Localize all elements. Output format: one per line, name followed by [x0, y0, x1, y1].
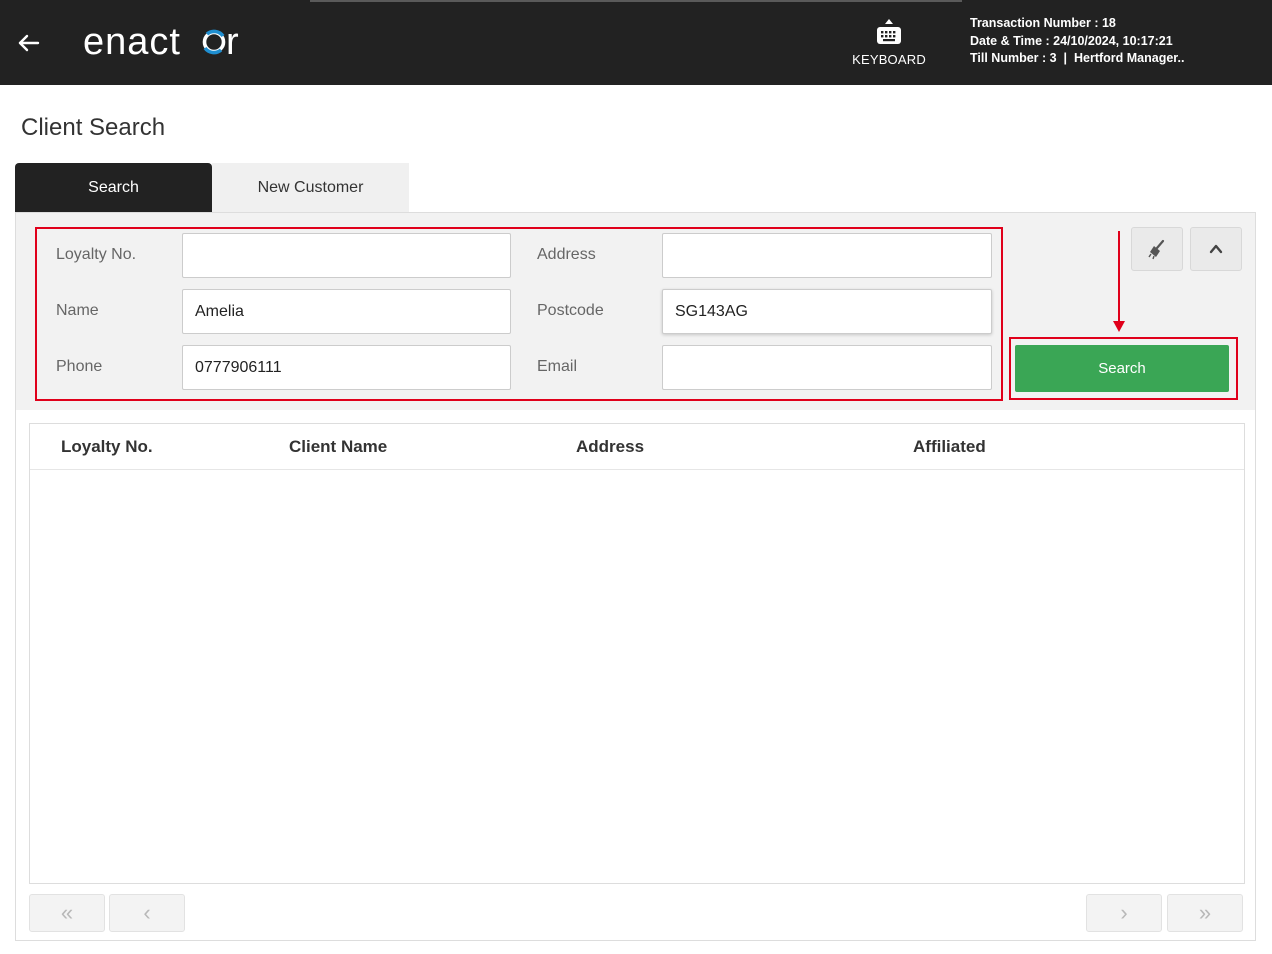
- name-input[interactable]: [182, 289, 511, 334]
- double-chevron-left-icon: «: [60, 900, 74, 925]
- name-label: Name: [56, 302, 99, 319]
- arrow-left-icon: [18, 34, 40, 52]
- double-chevron-right-icon: »: [1198, 900, 1212, 925]
- svg-text:enact: enact: [83, 21, 181, 63]
- results-table: Loyalty No. Client Name Address Affiliat…: [29, 423, 1245, 884]
- date-time: Date & Time : 24/10/2024, 10:17:21: [970, 33, 1173, 48]
- loyalty-no-input[interactable]: [182, 233, 511, 278]
- keyboard-icon: [877, 19, 901, 44]
- address-label: Address: [537, 246, 596, 263]
- back-button[interactable]: [14, 28, 44, 58]
- column-header-address[interactable]: Address: [576, 437, 644, 457]
- column-header-loyalty-no[interactable]: Loyalty No.: [61, 437, 153, 457]
- postcode-input[interactable]: [662, 289, 992, 334]
- page-title: Client Search: [21, 114, 166, 141]
- svg-text:r: r: [226, 21, 239, 63]
- phone-label: Phone: [56, 358, 103, 375]
- chevron-up-icon: [1209, 244, 1223, 254]
- chevron-right-icon: ›: [1120, 900, 1128, 925]
- postcode-label: Postcode: [537, 302, 604, 319]
- pager-last-button[interactable]: »: [1167, 894, 1243, 932]
- email-label: Email: [537, 358, 578, 375]
- transaction-number: Transaction Number : 18: [970, 16, 1116, 30]
- clear-form-button[interactable]: [1131, 227, 1183, 271]
- tab-new-customer[interactable]: New Customer: [212, 163, 409, 213]
- phone-input[interactable]: [182, 345, 511, 390]
- search-button[interactable]: Search: [1015, 345, 1229, 392]
- address-input[interactable]: [662, 233, 992, 278]
- column-header-client-name[interactable]: Client Name: [289, 437, 387, 457]
- results-table-header: Loyalty No. Client Name Address Affiliat…: [30, 424, 1244, 470]
- pager-next-button[interactable]: ›: [1086, 894, 1162, 932]
- top-bar-divider: [310, 0, 962, 2]
- keyboard-button[interactable]: KEYBOARD: [840, 18, 938, 74]
- collapse-form-button[interactable]: [1190, 227, 1242, 271]
- till-info: Till Number : 3 | Hertford Manager..: [970, 51, 1185, 65]
- loyalty-no-label: Loyalty No.: [56, 246, 137, 263]
- transaction-info: Transaction Number : 18 Date & Time : 24…: [970, 15, 1270, 68]
- keyboard-label: KEYBOARD: [852, 52, 926, 67]
- chevron-left-icon: ‹: [143, 900, 151, 925]
- pager-first-button[interactable]: «: [29, 894, 105, 932]
- pager-prev-button[interactable]: ‹: [109, 894, 185, 932]
- top-bar: enactor enact r KEYBOARD Transaction Num…: [0, 0, 1272, 85]
- annotation-arrow-line: [1118, 231, 1120, 323]
- column-header-affiliated[interactable]: Affiliated: [913, 437, 986, 457]
- tab-search[interactable]: Search: [15, 163, 212, 213]
- broom-icon: [1148, 239, 1165, 260]
- enactor-logo: enactor enact r: [83, 21, 239, 63]
- email-input[interactable]: [662, 345, 992, 390]
- annotation-arrow-head: [1113, 321, 1125, 332]
